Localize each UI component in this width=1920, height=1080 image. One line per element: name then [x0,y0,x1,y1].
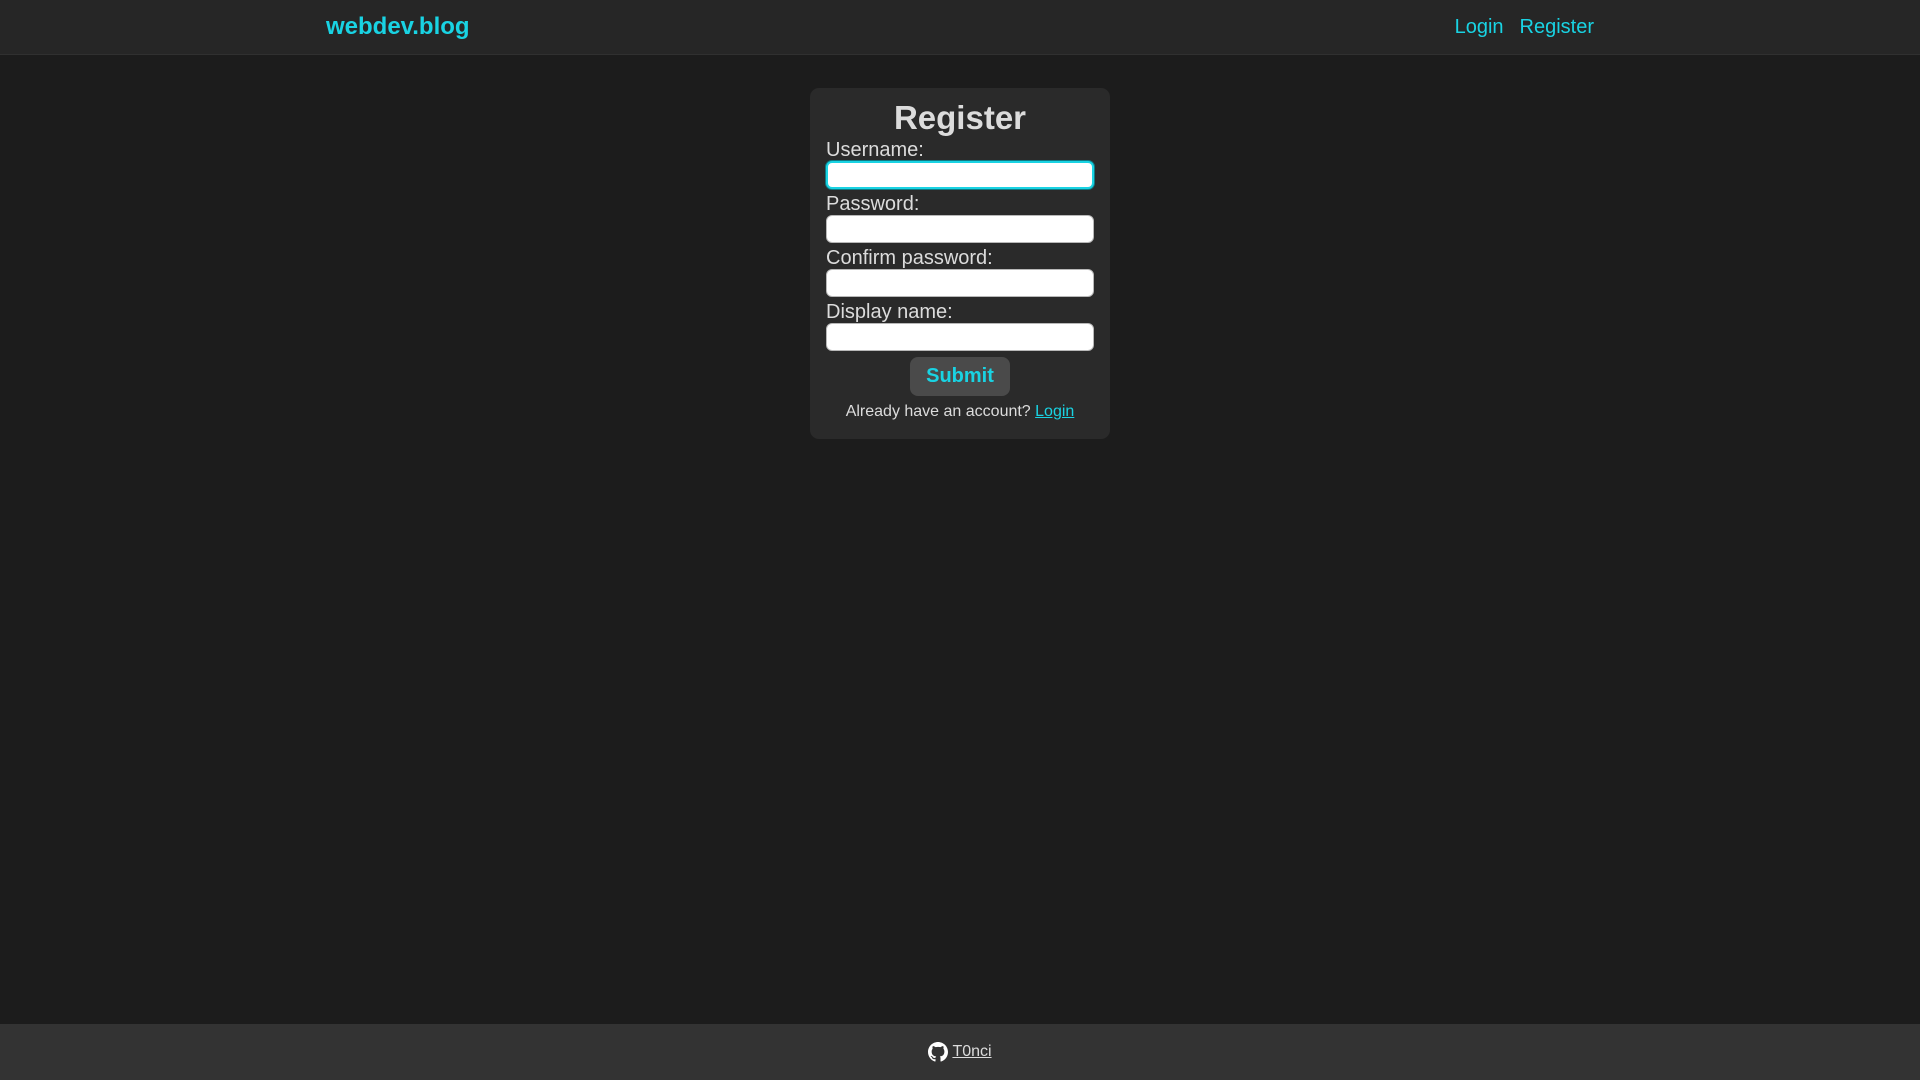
footer: T0nci [0,1024,1920,1080]
password-input[interactable] [826,215,1094,243]
password-label: Password: [826,193,920,215]
nav-links: Login Register [1455,15,1594,39]
login-prompt-text: Already have an account? [845,403,1031,420]
submit-button[interactable]: Submit [910,357,1010,396]
register-card: Register Username: Password: Confirm pas… [810,88,1110,439]
username-input[interactable] [826,161,1094,189]
confirm-password-input[interactable] [826,269,1094,297]
username-label: Username: [826,139,924,161]
github-username: T0nci [952,1043,992,1060]
submit-row: Submit [826,357,1094,396]
login-prompt: Already have an account? Login [826,403,1094,421]
confirm-password-label: Confirm password: [826,247,993,269]
brand-link[interactable]: webdev.blog [326,13,470,41]
page-title: Register [893,99,1027,136]
github-icon [928,1042,949,1062]
display-name-label: Display name: [826,301,953,323]
github-link[interactable]: T0nci [928,1042,992,1062]
navbar: webdev.blog Login Register [0,0,1920,55]
display-name-input[interactable] [826,323,1094,351]
login-link[interactable]: Login [1035,403,1074,420]
nav-register-link[interactable]: Register [1520,15,1594,39]
nav-login-link[interactable]: Login [1455,15,1504,39]
